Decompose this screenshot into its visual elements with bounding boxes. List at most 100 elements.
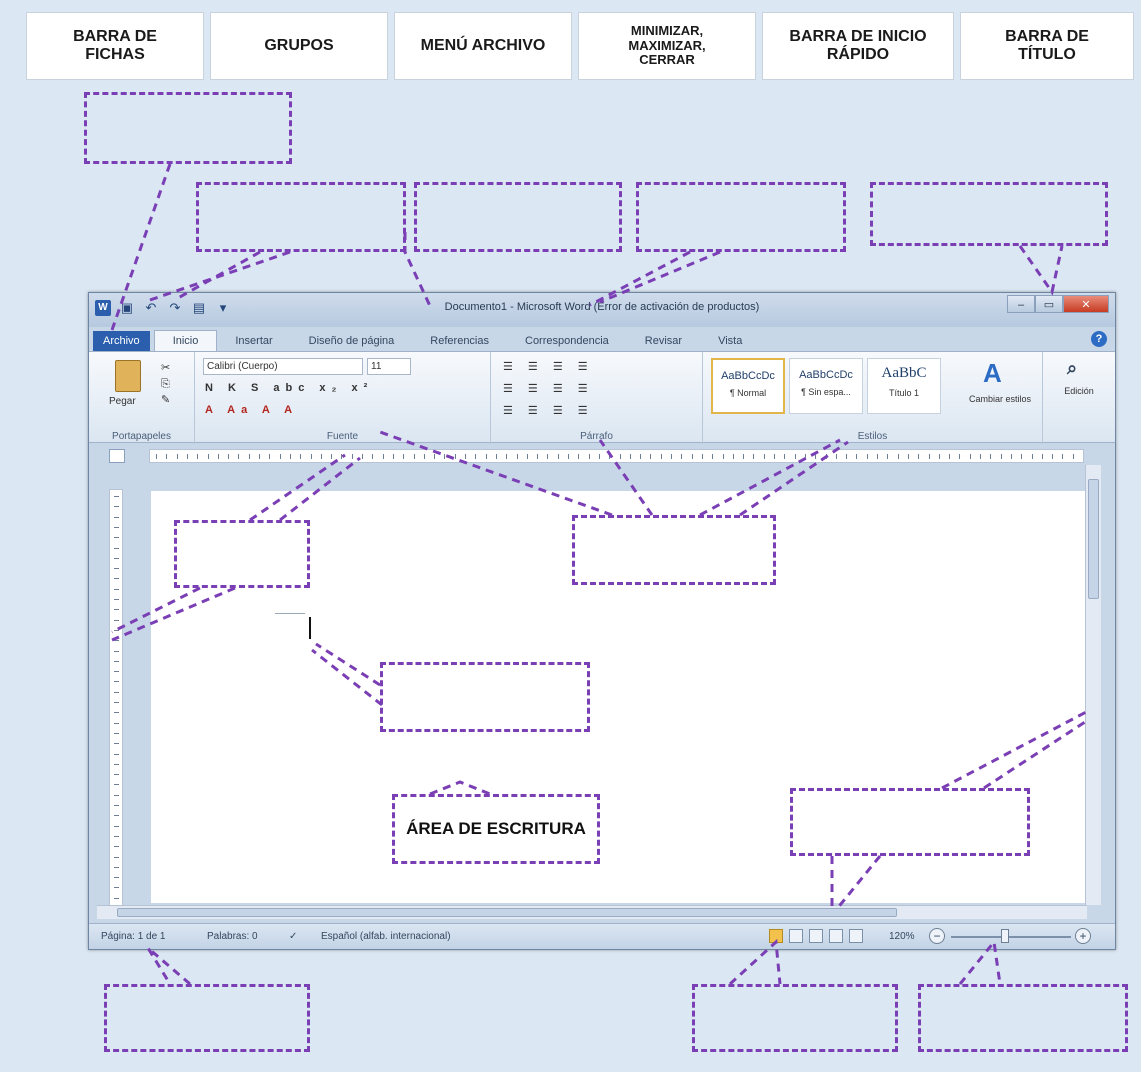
ruler-tick <box>269 454 271 459</box>
text-cursor <box>309 617 311 639</box>
web-layout-icon[interactable] <box>809 929 823 943</box>
tab-correspondencia[interactable]: Correspondencia <box>507 331 627 351</box>
answer-box-9[interactable] <box>790 788 1030 856</box>
ruler-tick <box>907 454 909 459</box>
ruler-tick <box>114 856 119 858</box>
ruler-tick <box>1062 454 1064 459</box>
zoom-level[interactable]: 120% <box>889 931 915 942</box>
spellcheck-icon[interactable]: ✓ <box>289 931 297 942</box>
writing-area-label: ÁREA DE ESCRITURA <box>406 819 586 838</box>
zoom-out-icon[interactable]: − <box>929 928 945 944</box>
change-styles-icon[interactable]: A <box>983 358 1002 389</box>
status-bar: Página: 1 de 1 Palabras: 0 ✓ Español (al… <box>89 923 1115 949</box>
print-layout-icon[interactable] <box>769 929 783 943</box>
ruler-tick <box>815 454 817 459</box>
answer-box-1[interactable] <box>84 92 292 164</box>
answer-box-3[interactable] <box>414 182 622 252</box>
tab-revisar[interactable]: Revisar <box>627 331 700 351</box>
answer-box-5[interactable] <box>870 182 1108 246</box>
vertical-scrollbar[interactable] <box>1085 465 1101 905</box>
find-icon[interactable]: ⌕ <box>1067 358 1077 379</box>
answer-box-8[interactable] <box>380 662 590 732</box>
font-size-select[interactable]: 11 <box>367 358 411 375</box>
ruler-tick <box>897 454 899 459</box>
ruler-tick <box>156 454 157 459</box>
ruler-tick <box>866 454 868 459</box>
ruler-tick <box>114 877 119 879</box>
alignment-buttons[interactable]: ☰ ☰ ☰ ☰ <box>503 382 594 395</box>
label-barra-de-titulo: BARRA DE TÍTULO <box>960 12 1134 80</box>
writing-area-box: ÁREA DE ESCRITURA <box>392 794 600 864</box>
clipboard-icons[interactable]: ✂ ⎘ ✎ <box>161 360 170 408</box>
list-buttons[interactable]: ☰ ☰ ☰ ☰ <box>503 360 594 373</box>
ruler-tick <box>114 805 119 806</box>
ruler-tick <box>114 866 119 868</box>
draft-icon[interactable] <box>849 929 863 943</box>
close-button[interactable]: ✕ <box>1063 295 1109 313</box>
ruler-tick <box>114 660 119 662</box>
answer-box-2[interactable] <box>196 182 406 252</box>
style-sin-espaciado[interactable]: AaBbCcDc ¶ Sin espa... <box>789 358 863 414</box>
ruler-tick <box>382 454 384 459</box>
vertical-ruler[interactable] <box>109 489 123 909</box>
ruler-tick <box>114 897 119 899</box>
zoom-slider-thumb[interactable] <box>1001 929 1009 943</box>
ruler-tick <box>640 454 642 459</box>
ruler-tick <box>506 454 508 459</box>
help-icon[interactable]: ? <box>1091 331 1107 347</box>
zoom-in-icon[interactable]: + <box>1075 928 1091 944</box>
ruler-tick <box>166 454 168 459</box>
label-grupos: GRUPOS <box>210 12 388 80</box>
ruler-tick <box>475 454 477 459</box>
tab-archivo[interactable]: Archivo <box>93 331 150 351</box>
ruler-tick <box>928 454 930 459</box>
answer-box-6[interactable] <box>174 520 310 588</box>
paste-icon[interactable] <box>115 360 141 392</box>
maximize-button[interactable]: ▭ <box>1035 295 1063 313</box>
ruler-tick <box>392 454 394 459</box>
horizontal-scrollbar[interactable] <box>97 905 1087 919</box>
answer-box-10[interactable] <box>104 984 310 1052</box>
ruler-tick <box>784 454 786 459</box>
ruler-tick <box>114 568 119 570</box>
answer-box-12[interactable] <box>918 984 1128 1052</box>
ruler-tick <box>114 784 119 786</box>
status-words[interactable]: Palabras: 0 <box>207 931 258 942</box>
ruler-tick <box>465 454 466 459</box>
status-page[interactable]: Página: 1 de 1 <box>101 931 166 942</box>
tab-vista[interactable]: Vista <box>700 331 760 351</box>
style-titulo-1[interactable]: AaBbC Título 1 <box>867 358 941 414</box>
answer-box-7[interactable] <box>572 515 776 585</box>
tab-insertar[interactable]: Insertar <box>217 331 290 351</box>
paste-label[interactable]: Pegar <box>109 396 136 407</box>
change-styles-label[interactable]: Cambiar estilos <box>965 394 1035 404</box>
tab-referencias[interactable]: Referencias <box>412 331 507 351</box>
font-color-buttons[interactable]: A Aa A A <box>205 404 298 416</box>
ruler-tick <box>341 454 343 459</box>
horizontal-scroll-thumb[interactable] <box>117 908 897 917</box>
editing-label[interactable]: Edición <box>1043 386 1115 396</box>
outline-icon[interactable] <box>829 929 843 943</box>
font-name-select[interactable]: Calibri (Cuerpo) <box>203 358 363 375</box>
ruler-tick <box>1010 454 1012 459</box>
status-language[interactable]: Español (alfab. internacional) <box>321 931 451 942</box>
paragraph-tools-buttons[interactable]: ☰ ☰ ☰ ☰ <box>503 404 594 417</box>
ruler-tick <box>114 599 119 600</box>
tab-selector[interactable] <box>109 449 125 463</box>
ruler-tick <box>969 454 971 459</box>
minimize-button[interactable]: – <box>1007 295 1035 313</box>
ruler-tick <box>918 454 920 459</box>
ruler-tick <box>114 763 119 765</box>
tab-inicio[interactable]: Inicio <box>153 330 218 351</box>
tab-diseno-de-pagina[interactable]: Diseño de página <box>291 331 413 351</box>
ruler-tick <box>732 454 734 459</box>
horizontal-ruler[interactable] <box>149 449 1084 463</box>
full-screen-reading-icon[interactable] <box>789 929 803 943</box>
ruler-tick <box>537 454 539 459</box>
font-format-buttons[interactable]: N K S abc x₂ x² <box>205 382 373 394</box>
style-normal[interactable]: AaBbCcDc ¶ Normal <box>711 358 785 414</box>
answer-box-4[interactable] <box>636 182 846 252</box>
vertical-scroll-thumb[interactable] <box>1088 479 1099 599</box>
zoom-slider-track[interactable] <box>951 936 1071 938</box>
answer-box-11[interactable] <box>692 984 898 1052</box>
